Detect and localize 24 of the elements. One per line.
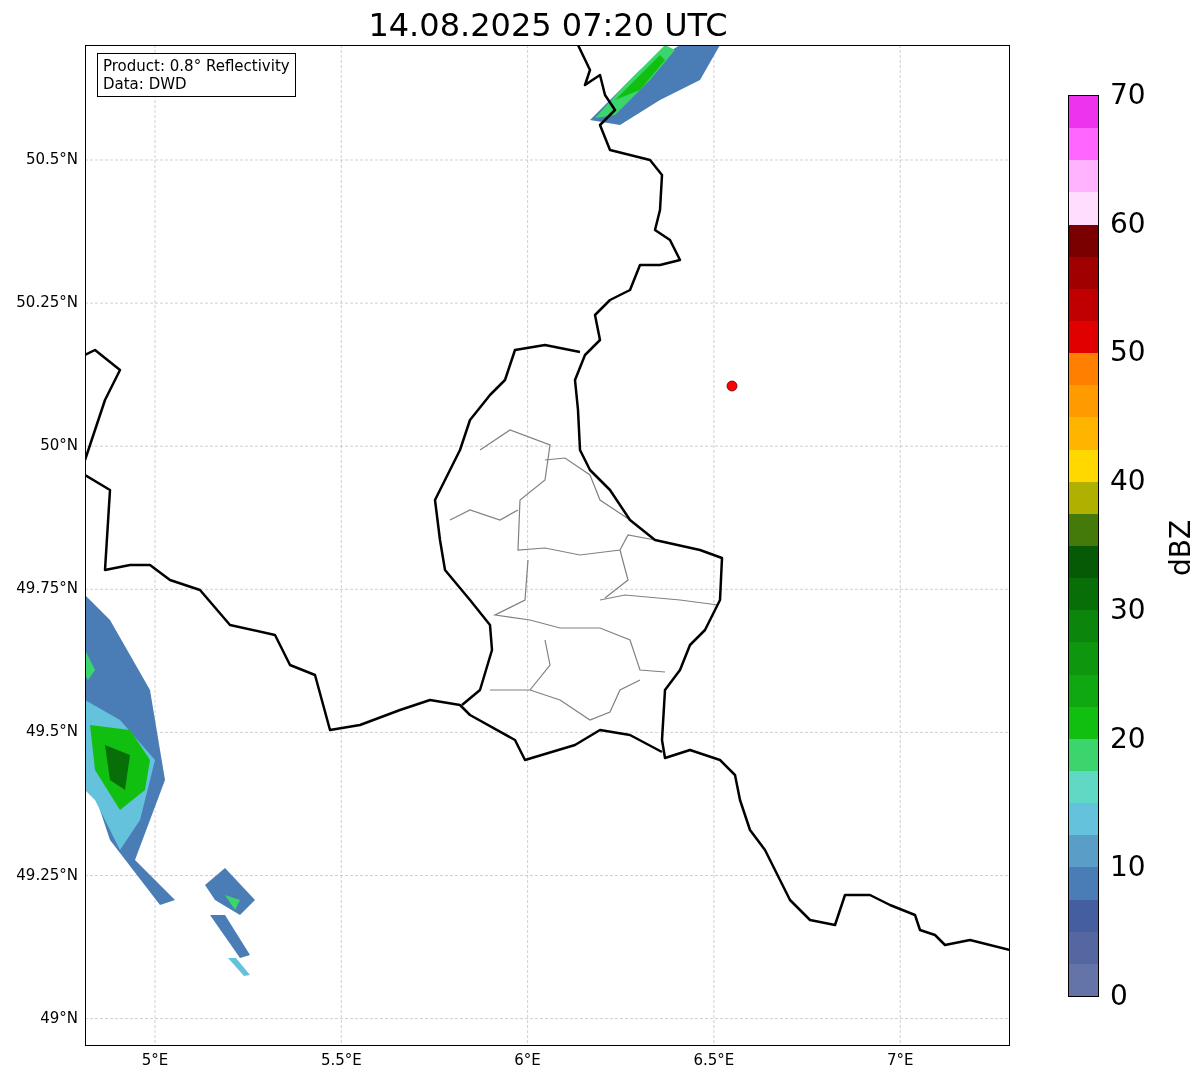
chart-title: 14.08.2025 07:20 UTC — [368, 9, 728, 41]
colorbar-label: dBZ — [1167, 519, 1195, 577]
latitude-label: 49.5°N — [25, 724, 78, 740]
latitude-label: 49.75°N — [16, 581, 78, 597]
colorbar-tick-label: 40 — [1110, 467, 1146, 496]
latitude-label: 50.5°N — [25, 152, 78, 167]
colorbar-tick-label: 30 — [1110, 595, 1146, 624]
longitude-label: 6°E — [514, 1053, 541, 1068]
longitude-label: 5.5°E — [320, 1053, 362, 1068]
colorbar-tick-label: 0 — [1110, 982, 1128, 1010]
colorbar-tick-label: 50 — [1110, 338, 1146, 367]
colorbar-tick-label: 20 — [1110, 724, 1146, 753]
info-text: Product: 0.8° Reflectivity — [103, 57, 290, 75]
latitude-label: 50°N — [40, 438, 78, 454]
colorbar-tick-label: 60 — [1110, 209, 1146, 238]
colorbar-tick-label: 10 — [1110, 853, 1146, 882]
latitude-label: 49.25°N — [16, 867, 78, 883]
colorbar-tick-label: 70 — [1110, 81, 1146, 109]
longitude-label: 7°E — [886, 1053, 914, 1068]
info-text: Data: DWD — [103, 75, 188, 93]
longitude-label: 5°E — [141, 1053, 169, 1068]
latitude-label: 49°N — [40, 1010, 78, 1026]
latitude-label: 50.25°N — [16, 295, 78, 311]
longitude-label: 6.5°E — [693, 1053, 735, 1068]
